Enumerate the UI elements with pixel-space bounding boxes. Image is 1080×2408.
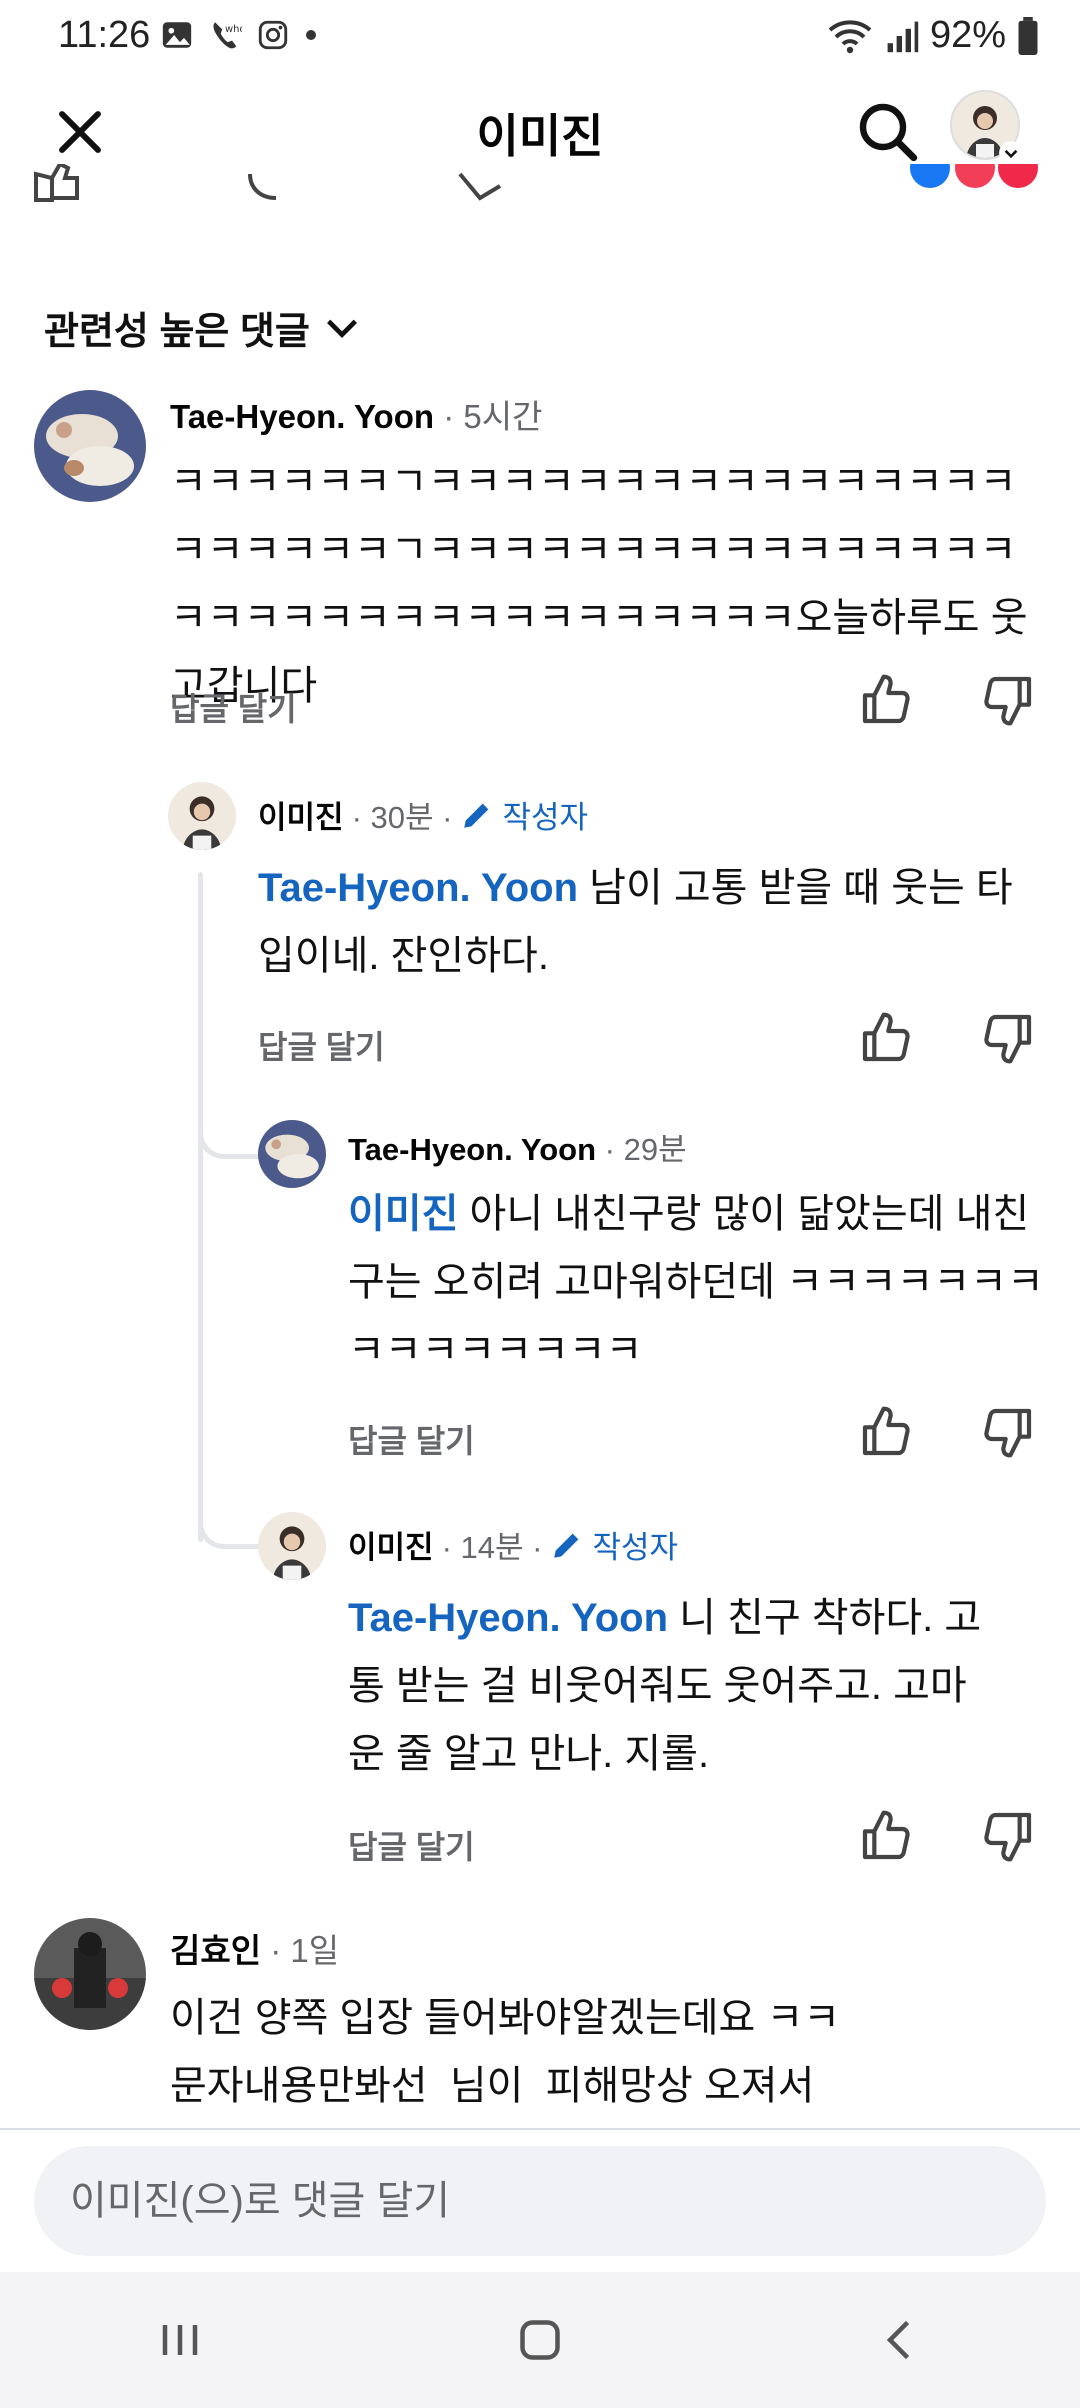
profile-switcher-button[interactable]	[950, 90, 1028, 168]
comment-author[interactable]: 이미진	[258, 792, 344, 837]
like-icon[interactable]	[858, 1010, 914, 1066]
mention-link[interactable]: 이미진	[348, 1192, 458, 1236]
sort-label: 관련성 높은 댓글	[44, 311, 310, 353]
reply-button[interactable]: 답글 달기	[170, 684, 297, 730]
author-badge: 작성자	[592, 1530, 678, 1565]
svg-text:who: who	[225, 24, 242, 35]
comment-author[interactable]: Tae-Hyeon. Yoon	[348, 1132, 596, 1167]
comment-input[interactable]	[68, 2177, 972, 2225]
comment-time: · 30분 ·	[351, 800, 453, 835]
chevron-down-icon	[999, 141, 1023, 165]
avatar[interactable]	[258, 1120, 326, 1188]
comment-header: Tae-Hyeon. Yoon · 5시간	[170, 390, 542, 438]
comment-author[interactable]: 이미진	[348, 1522, 434, 1567]
dislike-icon[interactable]	[980, 1404, 1036, 1460]
dislike-icon[interactable]	[980, 1808, 1036, 1864]
comment-header: 이미진 · 30분 · 작성자	[258, 792, 588, 837]
author-badge: 작성자	[502, 800, 588, 835]
avatar[interactable]	[34, 390, 146, 502]
comment-time: · 5시간	[443, 398, 543, 435]
comment-header: Tae-Hyeon. Yoon · 29분	[348, 1124, 687, 1169]
like-icon[interactable]	[858, 1808, 914, 1864]
edit-pencil-icon	[464, 803, 489, 828]
phone-who-icon: who	[213, 22, 242, 49]
battery-icon	[1018, 16, 1038, 55]
avatar[interactable]	[258, 1512, 326, 1580]
comment-text: Tae-Hyeon. Yoon 니 친구 착하다. 고통 받는 걸 비웃어줘도 …	[348, 1584, 998, 1788]
search-icon	[859, 103, 918, 162]
comment-text: 문자내용만봐선 님이 피해망상 오져서	[170, 2064, 815, 2108]
comment-text: 이건 양쪽 입장 들어봐야알겠는데요 ㅋㅋ	[170, 1996, 841, 2040]
search-button[interactable]	[850, 94, 924, 168]
dislike-icon[interactable]	[980, 672, 1036, 728]
mention-link[interactable]: Tae-Hyeon. Yoon	[258, 866, 578, 910]
comment-author[interactable]: 김효인	[170, 1932, 261, 1969]
comment-header: 김효인 · 1일	[170, 1924, 339, 1972]
like-icon[interactable]	[858, 672, 914, 728]
gallery-icon	[162, 22, 192, 48]
back-icon[interactable]	[870, 2310, 930, 2370]
like-icon[interactable]	[858, 1404, 914, 1460]
wifi-icon	[828, 19, 872, 53]
reaction-summary-row	[0, 164, 1080, 204]
thread-branch	[198, 1500, 263, 1549]
instagram-icon	[258, 20, 288, 50]
reply-button[interactable]: 답글 달기	[258, 1022, 385, 1068]
thread-branch	[198, 1110, 263, 1159]
comment-time: · 1일	[270, 1932, 340, 1969]
thread-line	[198, 872, 203, 1542]
comment-time: · 14분 ·	[441, 1530, 543, 1565]
recents-icon[interactable]	[150, 2310, 210, 2370]
chevron-down-icon	[326, 319, 357, 338]
comment-sort-dropdown[interactable]: 관련성 높은 댓글	[44, 300, 362, 355]
dislike-icon[interactable]	[980, 1010, 1036, 1066]
battery-percent: 92%	[929, 14, 1006, 56]
reply-button[interactable]: 답글 달기	[348, 1822, 475, 1868]
status-time: 11:26	[58, 14, 151, 56]
comment-composer[interactable]	[34, 2146, 1046, 2256]
status-notification-icons: who	[160, 18, 318, 52]
reply-button[interactable]: 답글 달기	[348, 1416, 475, 1462]
avatar[interactable]	[168, 782, 236, 850]
signal-icon	[887, 21, 919, 52]
mention-link[interactable]: Tae-Hyeon. Yoon	[348, 1596, 668, 1640]
system-navigation-bar	[0, 2272, 1080, 2408]
comment-text: 이미진 아니 내친구랑 많이 닮았는데 내친구는 오히려 고마워하던데 ㅋㅋㅋㅋ…	[348, 1180, 1048, 1384]
home-icon[interactable]	[510, 2310, 570, 2370]
comment-header: 이미진 · 14분 · 작성자	[348, 1522, 678, 1567]
avatar[interactable]	[34, 1918, 146, 2030]
comment-time: · 29분	[604, 1132, 687, 1167]
comment-text: ㅋㅋㅋㅋㅋㅋㄱㅋㅋㅋㅋㅋㅋㅋㅋㅋㅋㅋㅋㅋㅋㅋㅋㅋㅋㅋㅋㅋㅋㄱㅋㅋㅋㅋㅋㅋㅋㅋㅋㅋ…	[170, 460, 1028, 708]
status-right: 92%	[826, 14, 1040, 57]
comment-author[interactable]: Tae-Hyeon. Yoon	[170, 398, 434, 435]
edit-pencil-icon	[554, 1533, 579, 1558]
dot-icon	[306, 30, 316, 40]
comment-text: Tae-Hyeon. Yoon 남이 고통 받을 때 웃는 타입이네. 잔인하다…	[258, 854, 1038, 990]
